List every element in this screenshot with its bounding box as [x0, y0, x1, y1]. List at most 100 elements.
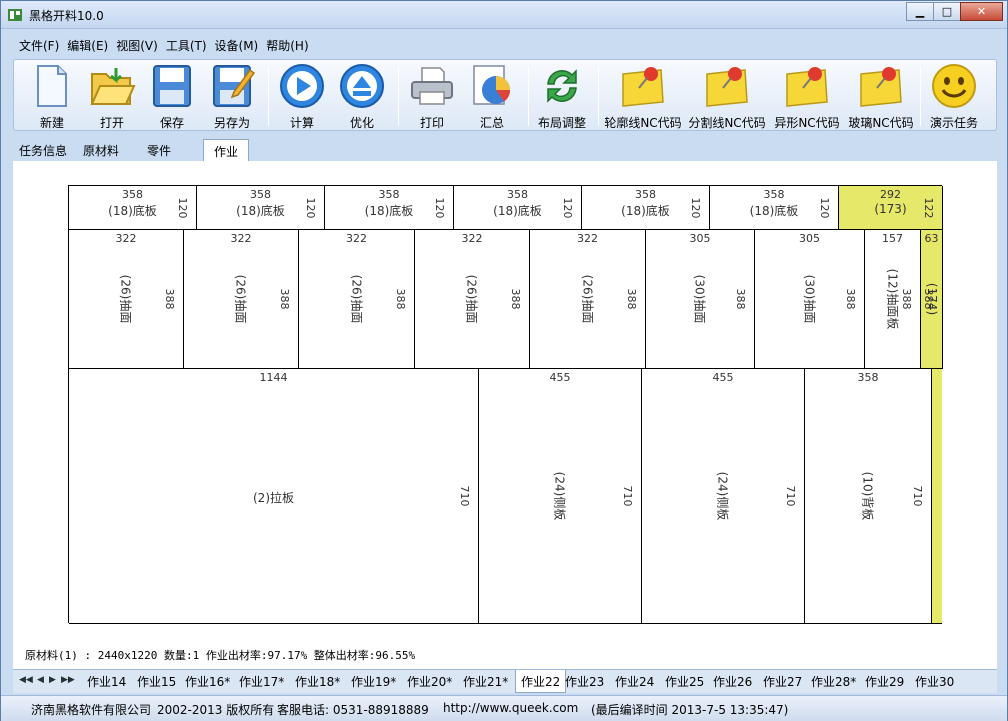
menu-device[interactable]: 设备(M) — [211, 37, 263, 55]
close-button[interactable]: ✕ — [960, 2, 1003, 21]
menu-view[interactable]: 视图(V) — [112, 37, 162, 55]
split-nc-button[interactable]: 分割线NC代码 — [688, 62, 766, 130]
cut-piece[interactable]: 455 710 (24)侧板 — [642, 369, 805, 624]
print-button[interactable]: 打印 — [406, 62, 458, 130]
cut-piece[interactable]: 322 388 (26)抽面 — [299, 230, 415, 369]
cut-piece[interactable]: 322 388 (26)抽面 — [415, 230, 530, 369]
tab-raw-material[interactable]: 原材料 — [83, 142, 119, 159]
cut-piece[interactable]: 358 120 (18)底板 — [454, 186, 582, 230]
cut-piece[interactable]: 322 388 (26)抽面 — [530, 230, 646, 369]
cut-piece[interactable]: 63 388 (174) — [921, 230, 943, 369]
optimize-button[interactable]: 优化 — [336, 62, 388, 130]
cut-piece[interactable]: 305 388 (30)抽面 — [755, 230, 865, 369]
save-as-icon — [213, 65, 256, 107]
menu-tools[interactable]: 工具(T) — [162, 37, 211, 55]
job-tab[interactable]: 作业20* — [407, 673, 452, 690]
summary-button[interactable]: 汇总 — [466, 62, 518, 130]
cut-piece[interactable]: 1144 710 (2)拉板 — [69, 369, 479, 624]
status-url[interactable]: http://www.queek.com — [443, 701, 578, 715]
job-tab[interactable]: 作业21* — [463, 673, 508, 690]
job-tab[interactable]: 作业14 — [87, 673, 126, 690]
shaped-nc-button[interactable]: 异形NC代码 — [772, 62, 842, 130]
piece-label: (26)抽面 — [118, 274, 133, 324]
cut-piece[interactable]: 292 122 (173) — [839, 186, 943, 230]
piece-label: (24)侧板 — [552, 471, 567, 521]
cut-piece[interactable]: 358 120 (18)底板 — [197, 186, 325, 230]
last-tab-icon[interactable]: ▶▶ — [61, 675, 75, 685]
status-phone: 客服电话: 0531-88918889 — [277, 703, 429, 717]
cut-piece[interactable]: 358 120 (18)底板 — [582, 186, 710, 230]
job-tab[interactable]: 作业26 — [713, 673, 752, 690]
pin-note-icon — [706, 67, 748, 107]
job-tab[interactable]: 作业18* — [295, 673, 340, 690]
save-as-button[interactable]: 另存为 — [206, 62, 258, 130]
maximize-button[interactable]: □ — [933, 2, 961, 21]
job-tab[interactable]: 作业30 — [915, 673, 954, 690]
piece-label: (2)拉板 — [253, 491, 294, 505]
next-tab-icon[interactable]: ▶ — [49, 675, 56, 685]
title-bar[interactable]: 黑格开料10.0 ▁ □ ✕ — [1, 1, 1007, 29]
cut-piece[interactable]: 358 710 (10)背板 — [805, 369, 932, 624]
save-button[interactable]: 保存 — [146, 62, 198, 130]
job-tab[interactable]: 作业28* — [811, 673, 856, 690]
printer-icon — [411, 67, 453, 105]
job-tab[interactable]: 作业19* — [351, 673, 396, 690]
smiley-icon — [932, 64, 976, 108]
piece-width: 455 — [712, 371, 734, 384]
cut-piece[interactable]: 358 120 (18)底板 — [69, 186, 197, 230]
piece-height: 710 — [784, 485, 797, 507]
cut-piece[interactable]: 157 388 (12)抽面板 — [865, 230, 921, 369]
job-tab[interactable]: 作业15 — [137, 673, 176, 690]
piece-width: 1144 — [259, 371, 288, 384]
toolbar-separator — [598, 66, 599, 126]
glass-nc-button[interactable]: 玻璃NC代码 — [846, 62, 916, 130]
piece-label: (24)侧板 — [715, 471, 730, 521]
status-bar: 济南黑格软件有限公司 2002-2013 版权所有 客服电话: 0531-889… — [1, 695, 1007, 721]
job-tab[interactable]: 作业24 — [615, 673, 654, 690]
piece-height: 388 — [394, 288, 407, 310]
pie-chart-icon — [473, 65, 510, 105]
piece-label: (173) — [874, 202, 907, 216]
folder-open-icon — [90, 68, 136, 105]
menu-help[interactable]: 帮助(H) — [262, 37, 312, 55]
cut-piece[interactable]: 358 120 (18)底板 — [710, 186, 839, 230]
calculate-button[interactable]: 计算 — [276, 62, 328, 130]
new-button[interactable]: 新建 — [26, 62, 78, 130]
top-tab-bar: 任务信息 原材料 零件 作业 — [13, 139, 997, 161]
play-icon — [280, 64, 324, 108]
status-copyright: 2002-2013 版权所有 — [157, 703, 275, 717]
cut-piece[interactable]: 455 710 (24)侧板 — [479, 369, 642, 624]
tab-jobs[interactable]: 作业 — [203, 139, 250, 161]
menu-edit[interactable]: 编辑(E) — [63, 37, 112, 55]
piece-width: 322 — [461, 232, 483, 245]
piece-height: 388 — [625, 288, 638, 310]
layout-adjust-button[interactable]: 布局调整 — [532, 62, 592, 130]
piece-label: (18)底板 — [493, 204, 542, 218]
cut-piece[interactable]: 322 388 (26)抽面 — [184, 230, 299, 369]
app-logo-icon — [8, 9, 22, 21]
piece-label: (10)背板 — [860, 471, 875, 521]
job-tab[interactable]: 作业25 — [665, 673, 704, 690]
job-tab[interactable]: 作业23 — [565, 673, 604, 690]
menu-file[interactable]: 文件(F) — [15, 37, 63, 55]
piece-label: (18)底板 — [749, 204, 799, 218]
tab-parts[interactable]: 零件 — [147, 142, 171, 159]
job-tab[interactable]: 作业27 — [763, 673, 802, 690]
minimize-button[interactable]: ▁ — [906, 2, 934, 21]
tab-task-info[interactable]: 任务信息 — [19, 142, 67, 159]
demo-task-button[interactable]: 演示任务 — [926, 62, 982, 130]
job-tab[interactable]: 作业16* — [185, 673, 230, 690]
cut-piece[interactable]: 358 120 (18)底板 — [325, 186, 454, 230]
contour-nc-button[interactable]: 轮廓线NC代码 — [604, 62, 682, 130]
new-doc-icon — [37, 65, 67, 107]
open-button[interactable]: 打开 — [86, 62, 138, 130]
piece-label: (26)抽面 — [580, 274, 594, 324]
prev-tab-icon[interactable]: ◀ — [37, 675, 44, 685]
status-company: 济南黑格软件有限公司 — [31, 703, 152, 717]
first-tab-icon[interactable]: ◀◀ — [19, 675, 33, 685]
job-tab[interactable]: 作业22 — [515, 670, 567, 693]
job-tab[interactable]: 作业29 — [865, 673, 904, 690]
cut-piece[interactable]: 305 388 (30)抽面 — [646, 230, 755, 369]
job-tab[interactable]: 作业17* — [239, 673, 284, 690]
cut-piece[interactable]: 322 388 (26)抽面 — [69, 230, 184, 369]
